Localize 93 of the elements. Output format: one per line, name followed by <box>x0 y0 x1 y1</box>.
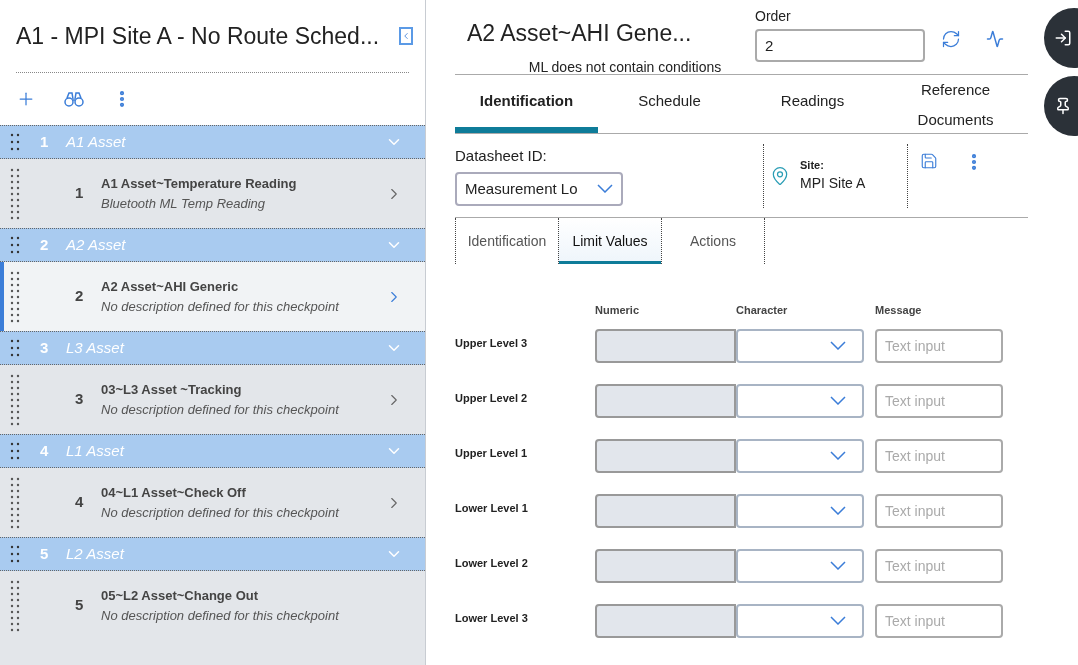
checkpoint-description: No description defined for this checkpoint <box>101 297 341 316</box>
site-label: Site: <box>800 157 825 173</box>
group-number: 5 <box>40 543 50 564</box>
checkpoint-title: 04~L1 Asset~Check Off <box>101 484 247 502</box>
binoculars-icon[interactable] <box>64 91 84 107</box>
numeric-field[interactable] <box>595 328 736 363</box>
checkpoint-description: Bluetooth ML Temp Reading <box>101 194 267 213</box>
checkpoint-number: 1 <box>75 183 85 204</box>
message-field[interactable]: Text input <box>875 383 1003 418</box>
drag-handle-icon[interactable] <box>10 578 20 633</box>
tab[interactable]: Identification <box>455 75 598 133</box>
message-field[interactable]: Text input <box>875 603 1003 638</box>
character-dropdown[interactable] <box>736 548 864 583</box>
character-dropdown[interactable] <box>736 438 864 473</box>
group-number: 4 <box>40 440 50 461</box>
message-field[interactable]: Text input <box>875 548 1003 583</box>
order-label: Order <box>755 7 792 26</box>
location-pin-icon <box>770 165 790 186</box>
character-dropdown[interactable] <box>736 603 864 638</box>
drag-handle-icon[interactable] <box>10 338 20 358</box>
level-label: Upper Level 1 <box>455 445 529 461</box>
refresh-icon[interactable] <box>941 29 961 49</box>
numeric-field[interactable] <box>595 603 736 638</box>
character-dropdown[interactable] <box>736 328 864 363</box>
drag-handle-icon[interactable] <box>10 166 20 221</box>
checkpoint-title: A1 Asset~Temperature Reading <box>101 175 298 193</box>
chevron-down-icon <box>830 506 846 515</box>
checkpoint-title: 03~L3 Asset ~Tracking <box>101 381 243 399</box>
collapse-button[interactable] <box>399 27 414 45</box>
chevron-down-icon <box>597 184 613 194</box>
checkpoint-number: 5 <box>75 595 85 616</box>
level-label: Lower Level 2 <box>455 555 529 571</box>
group-number: 3 <box>40 337 50 358</box>
group-name: A2 Asset <box>66 234 127 255</box>
group-name: L1 Asset <box>66 440 126 461</box>
checkpoint-description: No description defined for this checkpoint <box>101 400 341 419</box>
level-label: Lower Level 1 <box>455 500 529 516</box>
column-header: Character <box>736 303 789 318</box>
drag-handle-icon[interactable] <box>10 269 20 324</box>
conditions-note: ML does not contain conditions <box>528 57 722 77</box>
chevron-down-icon <box>830 561 846 570</box>
group-name: L2 Asset <box>66 543 126 564</box>
save-icon[interactable] <box>920 151 938 170</box>
sign-in-icon <box>1054 29 1072 47</box>
group-number: 1 <box>40 131 50 152</box>
character-dropdown[interactable] <box>736 383 864 418</box>
sub-tab[interactable]: Actions <box>661 218 764 264</box>
tab[interactable]: Reference Documents <box>884 75 1027 133</box>
group-number: 2 <box>40 234 50 255</box>
chevron-down-icon <box>830 341 846 350</box>
datasheet-dropdown[interactable]: Measurement Lo <box>455 171 623 206</box>
checkpoint-title: A2 Asset~AHI Generic <box>101 278 240 296</box>
message-field[interactable]: Text input <box>875 493 1003 528</box>
order-field[interactable]: 2 <box>755 29 925 62</box>
column-header: Message <box>874 303 923 318</box>
checkpoint-number: 4 <box>75 492 85 513</box>
numeric-field[interactable] <box>595 493 736 528</box>
character-dropdown[interactable] <box>736 493 864 528</box>
checkpoint-number: 2 <box>75 286 85 307</box>
checkpoint-description: No description defined for this checkpoint <box>101 606 341 625</box>
trend-icon[interactable] <box>986 30 1004 48</box>
drag-handle-icon[interactable] <box>10 475 20 530</box>
chevron-down-icon <box>830 616 846 625</box>
numeric-field[interactable] <box>595 383 736 418</box>
level-label: Lower Level 3 <box>455 610 529 626</box>
checkpoint-description: No description defined for this checkpoint <box>101 503 341 522</box>
numeric-field[interactable] <box>595 438 736 473</box>
group-name: L3 Asset <box>66 337 126 358</box>
message-field[interactable]: Text input <box>875 328 1003 363</box>
chevron-down-icon <box>830 396 846 405</box>
column-header: Numeric <box>595 303 641 318</box>
drag-handle-icon[interactable] <box>10 235 20 255</box>
site-value: MPI Site A <box>800 174 866 194</box>
tab[interactable]: Readings <box>741 75 884 133</box>
route-title: A1 - MPI Site A - No Route Sched... <box>16 21 380 51</box>
drag-handle-icon[interactable] <box>10 372 20 427</box>
drag-handle-icon[interactable] <box>10 441 20 461</box>
chevron-down-icon <box>830 451 846 460</box>
sub-tab[interactable]: Limit Values <box>558 218 661 264</box>
level-label: Upper Level 3 <box>455 335 529 351</box>
numeric-field[interactable] <box>595 548 736 583</box>
checkpoint-heading: A2 Asset~AHI Gene... <box>466 19 692 48</box>
checkpoint-row[interactable]: 2 A2 Asset~AHI Generic No description defined for this checkpoint <box>0 262 425 331</box>
datasheet-label: Datasheet ID: <box>455 146 548 167</box>
group-name: A1 Asset <box>66 131 127 152</box>
level-label: Upper Level 2 <box>455 390 529 406</box>
message-field[interactable]: Text input <box>875 438 1003 473</box>
checkpoint-number: 3 <box>75 389 85 410</box>
pin-icon <box>1054 97 1072 115</box>
drag-handle-icon[interactable] <box>10 132 20 152</box>
drag-handle-icon[interactable] <box>10 544 20 564</box>
tab[interactable]: Schedule <box>598 75 741 133</box>
checkpoint-title: 05~L2 Asset~Change Out <box>101 587 259 605</box>
